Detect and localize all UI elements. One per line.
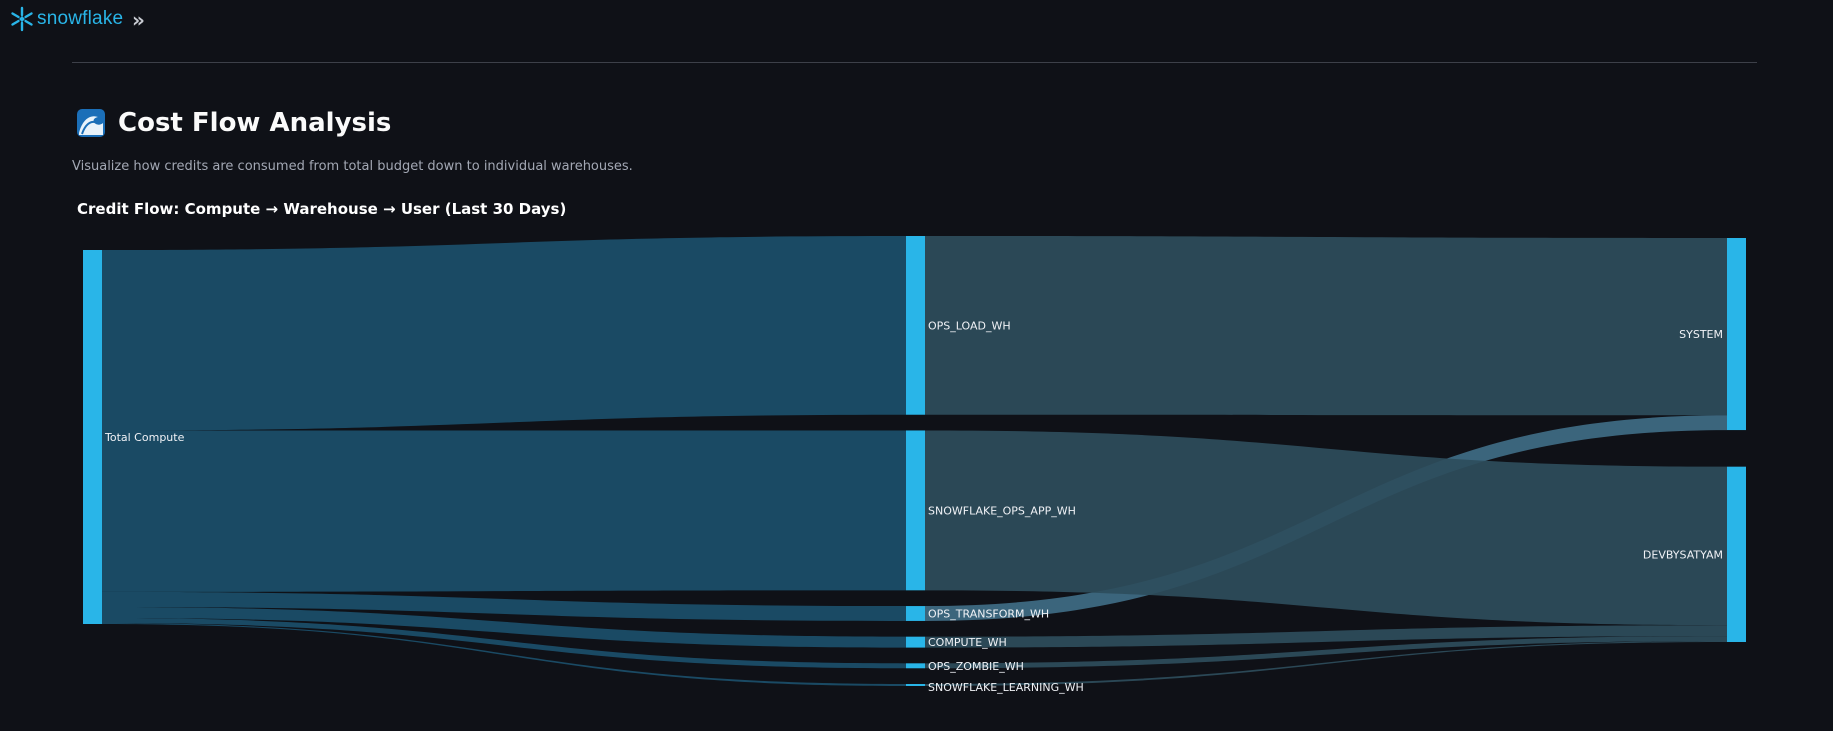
sankey-node-compute[interactable] xyxy=(906,636,925,648)
sankey-node-label-transform: OPS_TRANSFORM_WH xyxy=(928,608,1049,621)
sankey-link-ops_load-system[interactable] xyxy=(925,236,1727,416)
sankey-node-label-total: Total Compute xyxy=(104,431,185,444)
sankey-node-label-devby: DEVBYSATYAM xyxy=(1643,548,1723,561)
sankey-node-label-learning: SNOWFLAKE_LEARNING_WH xyxy=(928,681,1084,694)
sankey-link-total-snow_app[interactable] xyxy=(102,430,906,592)
sankey-node-label-compute: COMPUTE_WH xyxy=(928,636,1007,649)
sankey-link-total-ops_load[interactable] xyxy=(102,236,906,431)
sankey-node-total[interactable] xyxy=(83,250,102,624)
sankey-node-label-system: SYSTEM xyxy=(1679,328,1723,341)
sankey-node-label-ops_load: OPS_LOAD_WH xyxy=(928,319,1011,332)
sankey-node-zombie[interactable] xyxy=(906,663,925,669)
sankey-node-system[interactable] xyxy=(1727,238,1746,431)
sankey-chart[interactable]: Total Compute OPS_LOAD_WH SNOWFLAKE_OPS_AP… xyxy=(0,0,1833,731)
sankey-node-learning[interactable] xyxy=(906,684,925,686)
sankey-link-compute-devby[interactable] xyxy=(925,625,1727,648)
sankey-node-snow_app[interactable] xyxy=(906,430,925,591)
sankey-node-devby[interactable] xyxy=(1727,466,1746,642)
sankey-node-label-snow_app: SNOWFLAKE_OPS_APP_WH xyxy=(928,504,1076,517)
sankey-node-ops_load[interactable] xyxy=(906,236,925,415)
sankey-node-transform[interactable] xyxy=(906,606,925,621)
sankey-link-snow_app-devby[interactable] xyxy=(925,430,1727,626)
sankey-node-label-zombie: OPS_ZOMBIE_WH xyxy=(928,660,1024,673)
